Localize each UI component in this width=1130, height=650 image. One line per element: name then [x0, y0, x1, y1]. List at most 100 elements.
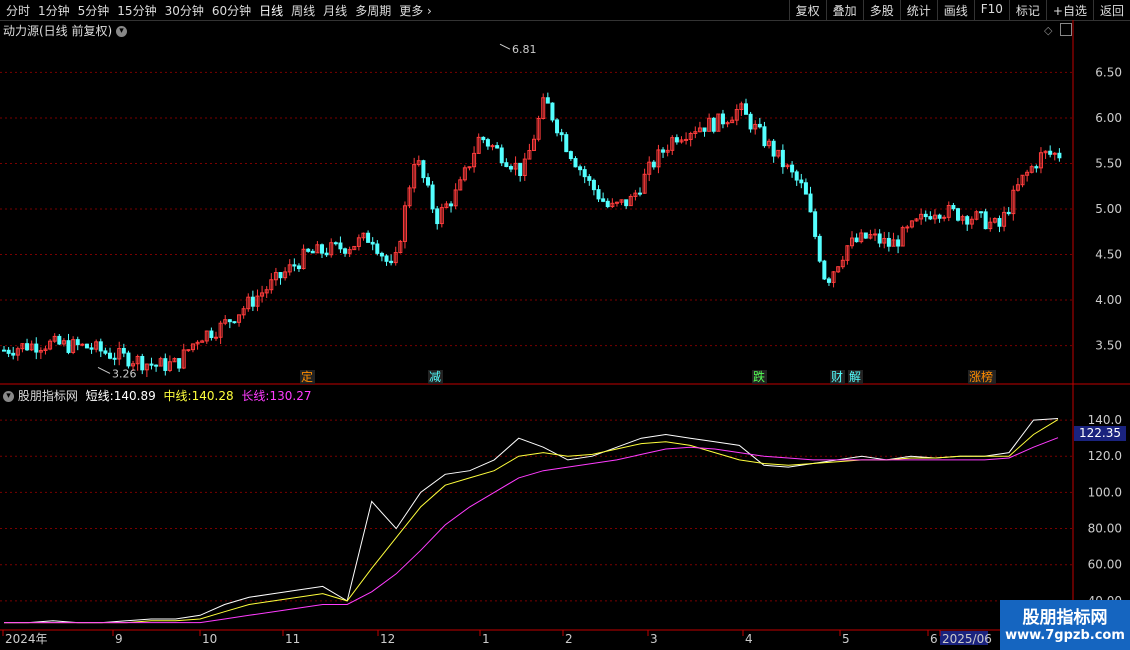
candle-body	[684, 138, 689, 141]
candle-body	[661, 149, 666, 153]
diamond-icon[interactable]: ◇	[1044, 24, 1052, 37]
candle-body	[983, 211, 988, 230]
candle-body	[52, 335, 57, 342]
period-tab-2[interactable]: 5分钟	[78, 4, 110, 18]
price-tick-0: 3.50	[1095, 339, 1122, 353]
action-button-6[interactable]: 标记	[1008, 0, 1046, 20]
candle-body	[393, 252, 398, 264]
candle-body	[969, 218, 974, 225]
candle-body	[71, 339, 76, 353]
stock-chart[interactable]: 3.50 4.00 4.50 5.00 5.50 6.00 6.50 6.81 3.26 定 减 跌 财…	[0, 0, 1130, 650]
period-tab-4[interactable]: 30分钟	[165, 4, 204, 18]
candle-body	[776, 149, 781, 157]
candle-body	[227, 319, 232, 323]
candle-body	[794, 171, 799, 181]
candle-body	[333, 242, 338, 245]
candle-body	[845, 245, 850, 261]
event-tag-bg-5	[968, 370, 996, 384]
candle-body	[596, 189, 601, 200]
long-line-value: 130.27	[269, 389, 312, 403]
long-line-label: 长线:	[241, 389, 270, 403]
candle-body	[997, 218, 1002, 227]
period-tab-1[interactable]: 1分钟	[38, 4, 70, 18]
panel-toggle-icon[interactable]	[1060, 23, 1072, 36]
candle-body	[693, 131, 698, 135]
candle-body	[1006, 211, 1011, 215]
action-button-4[interactable]: 画线	[936, 0, 974, 20]
indicator-line-长线	[4, 437, 1059, 624]
candle-body	[84, 343, 89, 349]
candle-body	[439, 207, 444, 225]
candle-body	[550, 102, 555, 121]
action-button-5[interactable]: F10	[973, 0, 1009, 20]
candle-body	[813, 211, 818, 237]
candle-body	[57, 335, 62, 345]
action-button-7[interactable]: +自选	[1045, 0, 1093, 20]
candle-body	[20, 343, 25, 350]
candle-body	[1038, 152, 1043, 169]
event-tag-bg-1	[428, 370, 443, 384]
candle-body	[43, 348, 48, 352]
candle-body	[739, 103, 744, 111]
action-button-1[interactable]: 叠加	[825, 0, 863, 20]
dropdown-icon[interactable]: ▾	[116, 26, 128, 37]
period-tab-7[interactable]: 周线	[291, 4, 315, 18]
candle-body	[6, 349, 11, 354]
period-tab-0[interactable]: 分时	[6, 4, 30, 18]
candle-body	[361, 232, 366, 239]
candle-body	[638, 192, 642, 195]
indicator-toggle-icon[interactable]: ▾	[3, 391, 14, 402]
candle-body	[559, 132, 564, 136]
candle-body	[398, 240, 403, 254]
candle-body	[329, 242, 334, 256]
event-tag-bg-2	[752, 370, 767, 384]
candle-body	[633, 192, 638, 197]
candle-body	[195, 341, 200, 345]
candle-body	[522, 158, 527, 177]
action-button-2[interactable]: 多股	[862, 0, 900, 20]
period-tab-5[interactable]: 60分钟	[212, 4, 251, 18]
event-tag-0: 定	[301, 369, 313, 384]
candle-body	[121, 347, 126, 354]
candle-body	[458, 179, 463, 191]
candle-body	[264, 289, 269, 294]
action-button-3[interactable]: 统计	[899, 0, 937, 20]
candle-body	[296, 265, 301, 270]
candle-body	[527, 150, 532, 160]
candle-body	[767, 140, 772, 147]
period-tab-9[interactable]: 多周期	[355, 4, 391, 18]
period-tab-3[interactable]: 15分钟	[117, 4, 156, 18]
candle-body	[822, 260, 827, 280]
candle-body	[112, 357, 117, 360]
candle-body	[651, 161, 656, 168]
period-toolbar: 分时 1分钟 5分钟 15分钟 30分钟 60分钟 日线 周线 月线 多周期 更多 › 复权 叠加 多股…	[0, 0, 1130, 21]
candle-body	[1052, 152, 1057, 155]
event-tag-3: 财	[831, 370, 843, 384]
candle-body	[177, 358, 182, 369]
candle-body	[2, 349, 6, 352]
period-tab-10[interactable]: 更多 ›	[399, 4, 432, 18]
indicator-line-短线	[4, 418, 1059, 624]
candle-body	[80, 343, 85, 346]
candle-body	[919, 213, 924, 220]
candle-body	[555, 119, 560, 134]
candle-body	[356, 237, 361, 247]
period-tab-6[interactable]: 日线	[259, 4, 283, 18]
candle-body	[269, 279, 274, 291]
candle-body	[965, 216, 970, 225]
candle-body	[278, 272, 283, 279]
period-tab-8[interactable]: 月线	[323, 4, 347, 18]
action-button-0[interactable]: 复权	[788, 0, 826, 20]
candle-body	[103, 350, 108, 354]
indicator-tick-4: 120.0	[1088, 449, 1122, 463]
action-button-8[interactable]: 返回	[1092, 0, 1130, 20]
candle-body	[476, 136, 481, 154]
candle-body	[25, 343, 30, 351]
price-tick-2: 4.50	[1095, 248, 1122, 262]
candle-body	[642, 173, 647, 194]
short-line-value: 140.89	[113, 389, 156, 403]
candle-body	[283, 271, 288, 279]
candle-body	[370, 241, 375, 245]
indicator-tick-1: 60.00	[1088, 558, 1122, 572]
candle-body	[909, 220, 914, 228]
